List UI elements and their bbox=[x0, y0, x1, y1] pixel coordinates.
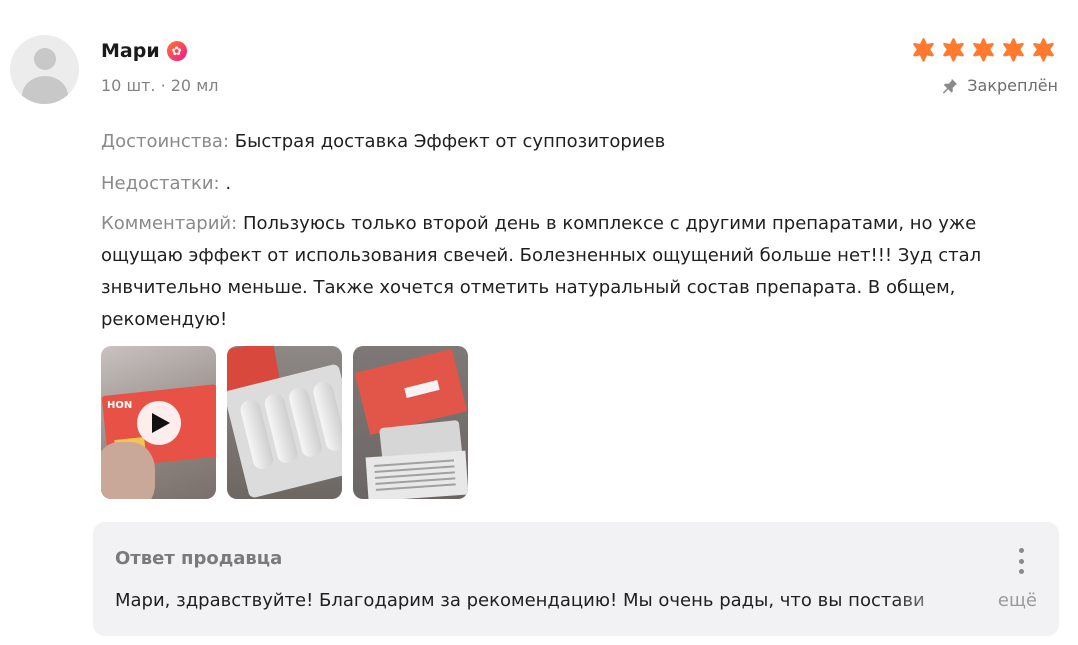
pros-text: Быстрая доставка Эффект от суппозиториев bbox=[234, 131, 666, 152]
cons-label: Недостатки: bbox=[101, 173, 220, 194]
pinned-indicator: Закреплён bbox=[941, 76, 1058, 95]
seller-reply: Ответ продавца Мари, здравствуйте! Благо… bbox=[93, 522, 1059, 636]
pin-icon bbox=[941, 77, 959, 95]
comment-label: Комментарий: bbox=[101, 213, 238, 234]
author-name[interactable]: Мари bbox=[101, 40, 160, 62]
review-photos: HON bbox=[101, 346, 468, 499]
cons-text: . bbox=[225, 173, 232, 194]
cons-field: Недостатки: . bbox=[101, 168, 231, 200]
avatar-body-shape bbox=[22, 76, 68, 104]
star-icon bbox=[1000, 37, 1027, 63]
pros-field: Достоинства: Быстрая доставка Эффект от … bbox=[101, 126, 665, 158]
rating-stars bbox=[910, 37, 1057, 63]
review-photo-2[interactable] bbox=[227, 346, 342, 499]
play-icon[interactable] bbox=[137, 401, 181, 445]
review-photo-1-video[interactable]: HON bbox=[101, 346, 216, 499]
pros-label: Достоинства: bbox=[101, 131, 230, 152]
product-variant: 10 шт. · 20 мл bbox=[101, 76, 219, 95]
author-row: Мари ✿ bbox=[101, 40, 187, 62]
seller-reply-text: Мари, здравствуйте! Благодарим за рекоме… bbox=[115, 590, 925, 611]
star-icon bbox=[1030, 37, 1057, 63]
hand-shape bbox=[101, 442, 155, 499]
flower-badge-icon[interactable]: ✿ bbox=[166, 41, 187, 61]
photo-caption: HON bbox=[107, 400, 133, 411]
star-icon bbox=[910, 37, 937, 63]
kebab-menu-icon[interactable] bbox=[1011, 546, 1031, 576]
show-more-link[interactable]: ещё bbox=[998, 590, 1037, 611]
comment-field: Комментарий: Пользуюсь только второй ден… bbox=[101, 208, 1001, 336]
instruction-leaflet bbox=[365, 450, 468, 499]
star-icon bbox=[940, 37, 967, 63]
avatar-head-shape bbox=[34, 48, 56, 70]
review-photo-3[interactable] bbox=[353, 346, 468, 499]
pinned-label: Закреплён bbox=[967, 76, 1058, 95]
star-icon bbox=[970, 37, 997, 63]
avatar[interactable] bbox=[10, 35, 79, 104]
seller-reply-title: Ответ продавца bbox=[115, 548, 283, 569]
